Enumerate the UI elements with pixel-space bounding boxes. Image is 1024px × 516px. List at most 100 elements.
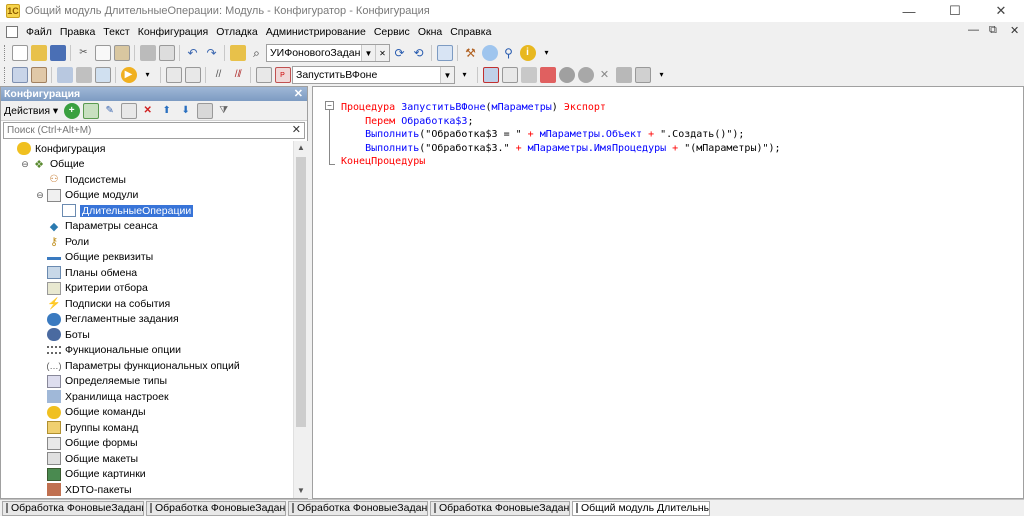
- window-tab[interactable]: Общий модуль Длительные...: [572, 500, 710, 516]
- tree-item[interactable]: Общие макеты: [35, 451, 138, 467]
- undo-icon[interactable]: ↶: [185, 45, 201, 61]
- step-over-icon[interactable]: [558, 67, 575, 83]
- tree-item[interactable]: ⚇ Подсистемы: [35, 172, 126, 188]
- tree-item[interactable]: Общие реквизиты: [35, 250, 153, 266]
- toolbar-grip[interactable]: [4, 67, 7, 83]
- code-line[interactable]: Перем Обработка$З;: [341, 115, 781, 129]
- close-icon[interactable]: ✕: [294, 87, 303, 100]
- open-folder-icon[interactable]: [30, 45, 47, 61]
- tree-item[interactable]: Группы команд: [35, 420, 138, 436]
- copy-icon[interactable]: [94, 45, 111, 61]
- save-icon[interactable]: [49, 45, 66, 61]
- help-icon[interactable]: ⚲: [501, 45, 517, 61]
- window-tab[interactable]: Обработка ФоновыеЗадания...: [146, 500, 286, 516]
- search-input[interactable]: [4, 125, 284, 136]
- code-line[interactable]: Выполнить("Обработка$З." + мПараметры.Им…: [341, 142, 780, 156]
- tree-item[interactable]: XDTO-пакеты: [35, 482, 132, 498]
- menu-file[interactable]: Файл: [22, 26, 56, 38]
- copy-item-icon[interactable]: [120, 102, 137, 119]
- tree-item[interactable]: ◆ Параметры сеанса: [35, 219, 158, 235]
- tree-item[interactable]: Хранилища настроек: [35, 389, 169, 405]
- tree-item[interactable]: ДлительныеОперации: [50, 203, 194, 219]
- mdi-minimize-icon[interactable]: —: [968, 24, 979, 36]
- window-tab[interactable]: Обработка ФоновыеЗадани...: [288, 500, 428, 516]
- scroll-down-icon[interactable]: ▼: [294, 484, 308, 498]
- chevron-down-icon[interactable]: ▼: [361, 45, 375, 61]
- move-down-icon[interactable]: ⬇: [178, 103, 194, 119]
- menu-help[interactable]: Справка: [446, 26, 495, 38]
- scroll-up-icon[interactable]: ▲: [294, 141, 308, 155]
- mdi-close-icon[interactable]: ✕: [1010, 24, 1019, 37]
- find-in-folder-icon[interactable]: [229, 45, 246, 61]
- clear-search-icon[interactable]: ✕: [292, 123, 301, 136]
- update-db-icon[interactable]: [30, 67, 47, 83]
- menu-text[interactable]: Текст: [99, 26, 133, 38]
- menu-windows[interactable]: Окна: [414, 26, 446, 38]
- procedures-list-icon[interactable]: [255, 67, 272, 83]
- clear-icon[interactable]: ✕: [375, 45, 389, 61]
- search-combo[interactable]: УИФоновогоЗадания ▼ ✕: [266, 44, 390, 62]
- new-document-icon[interactable]: [11, 45, 28, 61]
- tree-item[interactable]: Общие формы: [35, 436, 138, 452]
- syntax-assistant-icon[interactable]: ⚒: [463, 45, 479, 61]
- tree-item[interactable]: Определяемые типы: [35, 374, 167, 390]
- move-up-icon[interactable]: ⬆: [159, 103, 175, 119]
- syntax-check-icon[interactable]: [184, 67, 201, 83]
- print-preview-icon[interactable]: [158, 45, 175, 61]
- window-tab[interactable]: Обработка ФоновыеЗадания: [2, 500, 144, 516]
- open-config-icon[interactable]: [11, 67, 28, 83]
- collapse-tree-icon[interactable]: ⊖: [35, 190, 45, 201]
- breakpoint-icon[interactable]: [482, 67, 499, 83]
- paste-icon[interactable]: [113, 45, 130, 61]
- uncomment-icon[interactable]: //̸: [230, 67, 246, 83]
- run-debug-icon[interactable]: ▶: [120, 67, 137, 83]
- tree-item[interactable]: Боты: [35, 327, 90, 343]
- tree-item[interactable]: Регламентные задания: [35, 312, 179, 328]
- tree-item[interactable]: Критерии отбора: [35, 281, 148, 297]
- toolbar-overflow-icon[interactable]: ▾: [654, 67, 670, 83]
- add-icon[interactable]: +: [63, 102, 80, 119]
- delete-icon[interactable]: ✕: [140, 103, 156, 119]
- stop-debug-icon[interactable]: [539, 67, 556, 83]
- find-previous-icon[interactable]: ⟲: [411, 45, 427, 61]
- menu-edit[interactable]: Правка: [56, 26, 99, 38]
- filter-icon[interactable]: ⧩: [216, 103, 232, 119]
- tree-item[interactable]: Общие команды: [35, 405, 146, 421]
- toolbar-overflow-icon[interactable]: ▾: [539, 45, 555, 61]
- collapse-icon[interactable]: −: [325, 101, 334, 110]
- actions-menu[interactable]: Действия ▾: [4, 105, 58, 117]
- find-next-icon[interactable]: ⟳: [392, 45, 408, 61]
- module-structure-icon[interactable]: [165, 67, 182, 83]
- tree-item[interactable]: ⚷ Роли: [35, 234, 89, 250]
- menu-configuration[interactable]: Конфигурация: [134, 26, 212, 38]
- storage-icon[interactable]: [75, 67, 92, 83]
- menu-debug[interactable]: Отладка: [212, 26, 262, 38]
- tree-scrollbar[interactable]: ▲ ▼: [293, 141, 308, 498]
- search-icon[interactable]: ⌕: [249, 45, 265, 61]
- window-tab[interactable]: Обработка ФоновыеЗадани...: [430, 500, 570, 516]
- toolbar-overflow-icon[interactable]: ▾: [457, 67, 473, 83]
- edit-icon[interactable]: ✎: [102, 103, 118, 119]
- disable-breakpoint-icon[interactable]: [501, 67, 518, 83]
- collapse-tree-icon[interactable]: ⊖: [20, 159, 30, 170]
- chevron-down-icon[interactable]: ▼: [440, 67, 454, 83]
- tree-item[interactable]: (…) Параметры функциональных опций: [35, 358, 240, 374]
- code-line[interactable]: Выполнить("Обработка$З = " + мПараметры.…: [341, 128, 781, 142]
- window-list-icon[interactable]: [436, 45, 453, 61]
- add-child-icon[interactable]: [82, 102, 99, 119]
- fold-marker[interactable]: −: [325, 101, 337, 165]
- tips-icon[interactable]: [481, 45, 498, 61]
- cut-icon[interactable]: ✂: [76, 45, 92, 61]
- tree-item[interactable]: Общие картинки: [35, 467, 146, 483]
- maximize-button[interactable]: ☐: [932, 0, 978, 22]
- mdi-restore-icon[interactable]: ⧉: [989, 24, 997, 37]
- code-text[interactable]: Процедура ЗапуститьВФоне(мПараметры) Экс…: [341, 101, 781, 169]
- toolbar-grip[interactable]: [4, 45, 7, 61]
- step-into-icon[interactable]: [520, 67, 537, 83]
- tools-icon[interactable]: ✕: [597, 67, 613, 83]
- tree-item[interactable]: Конфигурация: [5, 141, 105, 157]
- scroll-thumb[interactable]: [296, 157, 306, 427]
- run-dropdown-icon[interactable]: ▾: [140, 67, 156, 83]
- close-button[interactable]: ✕: [978, 0, 1024, 22]
- menu-tools[interactable]: Сервис: [370, 26, 414, 38]
